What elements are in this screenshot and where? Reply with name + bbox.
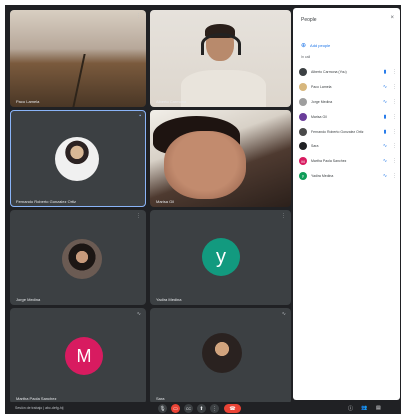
mic-icon[interactable]: ∿ [382,99,388,105]
avatar [299,68,307,77]
info-icon[interactable]: ⓘ [348,405,353,412]
mic-off-icon: ∿ [136,311,141,317]
avatar [299,83,307,92]
close-icon[interactable]: × [390,15,394,21]
more-options-icon[interactable]: ⋮ [281,214,286,219]
video-tile-pinned[interactable]: Fernando Roberto Gonzalez Ortiz ▪ [10,110,146,207]
tile-participant-name: Yadira Medina [156,297,182,302]
avatar-letter: M [76,345,92,366]
list-item[interactable]: Jorge Medina ∿ ⋮ [299,95,397,110]
avatar [62,239,102,279]
add-person-icon: ⊕ [301,43,307,49]
mic-icon[interactable]: ▮ [382,114,388,120]
avatar: M [299,157,307,166]
avatar: y [299,171,307,180]
mic-off-icon: ∿ [281,311,286,317]
participant-name: Jorge Medina [311,99,333,104]
more-options-icon[interactable]: ⋮ [392,143,397,149]
tile-participant-name: Jorge Medina [16,297,41,302]
video-tile-man[interactable]: Alberto Carmona [150,10,291,107]
avatar: M [65,337,103,375]
avatar [299,142,307,151]
list-item[interactable]: Alberto Carmona (You) ▮ ⋮ [299,65,397,80]
list-item[interactable]: M Martha Paola Sanchez ∿ ⋮ [299,154,397,169]
video-tile-y[interactable]: y Yadira Medina ⋮ [150,210,291,305]
camera-icon[interactable]: ▭ [171,404,180,413]
video-tile-photo-avatar[interactable]: Jorge Medina ⋮ [10,210,146,305]
avatar: y [202,238,240,276]
more-options-icon[interactable]: ⋮ [392,69,397,75]
list-item[interactable]: Fernando Roberto Gonzalez Ortiz ▮ ⋮ [299,124,397,139]
participant-name: Marisa Gil [311,114,327,119]
participant-list: Alberto Carmona (You) ▮ ⋮ Paco Lamela ∿ … [299,65,397,183]
video-tile-road[interactable]: Paco Lamela ⋮ [10,10,146,107]
video-tile-woman[interactable]: Marisa Gil [150,110,291,207]
video-feed [164,131,246,200]
tile-participant-name: Alberto Carmona [156,99,187,104]
present-icon[interactable]: ⬆ [197,404,206,413]
mic-icon[interactable]: ∿ [382,84,388,90]
more-options-icon[interactable]: ⋮ [392,173,397,179]
mic-icon[interactable]: ∿ [382,173,388,179]
list-item[interactable]: Paco Lamela ∿ ⋮ [299,80,397,95]
tile-participant-name: Paco Lamela [16,99,40,104]
video-feed [181,70,266,107]
tile-participant-name: Marisa Gil [156,199,175,204]
panel-title: People [301,17,317,23]
list-item[interactable]: Sara ∿ ⋮ [299,139,397,154]
participant-name: Sara [311,144,319,149]
more-options-icon[interactable]: ⋮ [392,129,397,135]
avatar [202,333,242,373]
tile-participant-name: Martha Paola Sanchez [16,396,57,401]
more-options-icon[interactable]: ⋮ [392,99,397,105]
list-item[interactable]: Marisa Gil ▮ ⋮ [299,109,397,124]
meeting-info: Sesión de trabajo | abc-defg-hij [15,406,64,410]
more-options-icon[interactable]: ⋮ [392,114,397,120]
add-people-label: Add people [310,43,331,48]
add-people-button[interactable]: ⊕ Add people [301,42,330,49]
participant-name: Paco Lamela [311,85,332,90]
avatar-letter: y [216,245,226,268]
people-icon[interactable]: 👥 [361,405,367,411]
mic-icon[interactable]: ∿ [382,143,388,149]
avatar [299,127,307,136]
video-tile-m[interactable]: M Martha Paola Sanchez ∿ [10,308,146,404]
mic-icon[interactable]: ∿ [382,158,388,164]
video-feed [200,33,241,56]
end-call-button[interactable]: ☎ [224,404,241,413]
mic-icon[interactable]: ▮ [382,129,388,135]
participant-name: Yadira Medina [311,173,334,178]
video-feed [72,53,86,107]
more-options-icon[interactable]: ⋮ [392,84,397,90]
more-options-icon[interactable]: ⋮ [392,158,397,164]
more-options-icon[interactable]: ⋮ [136,14,141,19]
participants-panel: People × ⊕ Add people In call Alberto Ca… [293,8,400,400]
participant-name: Fernando Roberto Gonzalez Ortiz [311,129,364,134]
mic-icon[interactable]: 🎙 [158,404,167,413]
avatar [55,137,99,181]
mic-icon[interactable]: ▮ [382,69,388,75]
tile-participant-name: Fernando Roberto Gonzalez Ortiz [16,199,77,204]
list-item[interactable]: y Yadira Medina ∿ ⋮ [299,169,397,184]
chat-icon[interactable]: ▤ [376,405,381,411]
more-options-icon[interactable]: ⋮ [210,404,219,413]
control-bar: Sesión de trabajo | abc-defg-hij 🎙 ▭ CC … [5,402,401,414]
participant-name: Martha Paola Sanchez [311,159,347,164]
captions-icon[interactable]: CC [184,404,193,413]
tile-participant-name: Sara [156,396,165,401]
participant-name: Alberto Carmona (You) [311,70,347,75]
video-tile-last[interactable]: Sara ∿ [150,308,291,404]
more-options-icon[interactable]: ⋮ [136,214,141,219]
section-label: In call [301,55,311,59]
avatar [299,112,307,121]
pin-icon[interactable]: ▪ [139,114,141,119]
avatar [299,97,307,106]
